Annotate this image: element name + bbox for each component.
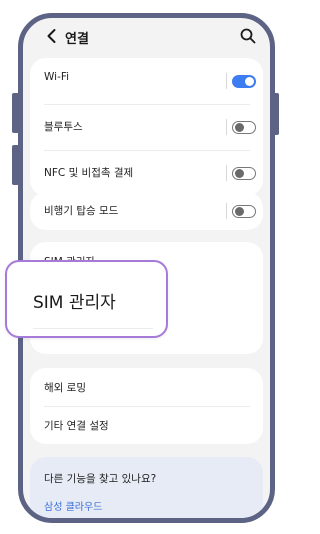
nfc-label: NFC 및 비접촉 결제 [44, 167, 134, 179]
row-separator [226, 165, 227, 181]
suggestion-card: 다른 기능을 찾고 있나요? 삼성 클라우드 [30, 457, 263, 518]
airplane-mode-row[interactable]: 비행기 탑승 모드 [30, 192, 263, 230]
airplane-mode-toggle[interactable] [232, 205, 256, 218]
airplane-mode-label: 비행기 탑승 모드 [44, 205, 119, 217]
wifi-toggle[interactable] [232, 75, 256, 88]
wireless-card: Wi-Fi 블루투스 NFC 및 비접촉 결제 [30, 58, 263, 196]
callout-label: SIM 관리자 [33, 293, 116, 313]
airplane-card: 비행기 탑승 모드 [30, 192, 263, 230]
wifi-row[interactable]: Wi-Fi [30, 58, 263, 104]
chevron-left-icon[interactable] [42, 26, 62, 46]
row-separator [226, 203, 227, 219]
sim-manager-callout[interactable]: SIM 관리자 [5, 260, 168, 338]
divider [33, 328, 153, 329]
page-title: 연결 [65, 32, 89, 47]
bluetooth-row[interactable]: 블루투스 [30, 105, 263, 150]
nfc-row[interactable]: NFC 및 비접촉 결제 [30, 151, 263, 196]
other-connection-settings-row[interactable]: 기타 연결 설정 [30, 407, 263, 444]
wifi-label: Wi-Fi [44, 71, 70, 83]
app-bar: 연결 [23, 18, 270, 54]
bluetooth-toggle[interactable] [232, 121, 256, 134]
other-connection-settings-label: 기타 연결 설정 [44, 420, 109, 432]
search-icon[interactable] [239, 27, 257, 45]
samsung-cloud-link[interactable]: 삼성 클라우드 [44, 498, 102, 513]
nfc-toggle[interactable] [232, 167, 256, 180]
suggestion-question: 다른 기능을 찾고 있나요? [44, 473, 157, 485]
bluetooth-label: 블루투스 [44, 121, 83, 133]
row-separator [226, 73, 227, 89]
more-card: 해외 로밍 기타 연결 설정 [30, 368, 263, 444]
roaming-row[interactable]: 해외 로밍 [30, 368, 263, 406]
roaming-label: 해외 로밍 [44, 382, 86, 394]
row-separator [226, 119, 227, 135]
